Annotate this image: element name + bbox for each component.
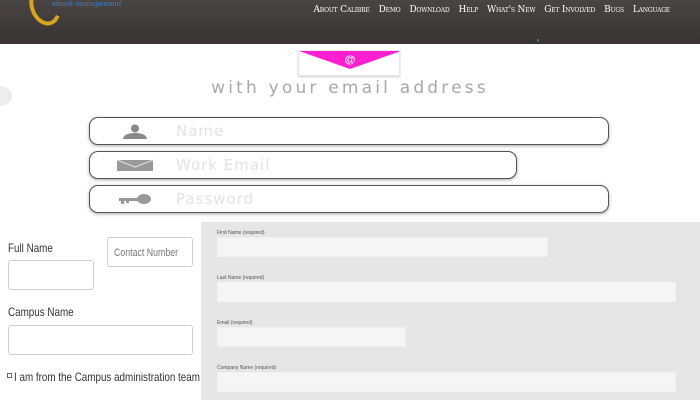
divider-mark bbox=[537, 39, 539, 42]
email-input[interactable] bbox=[217, 327, 406, 347]
nav-about-calibre[interactable]: About Calibre bbox=[313, 5, 369, 15]
name-input[interactable]: Name bbox=[89, 117, 609, 145]
logo-tagline: ebook management bbox=[52, 0, 122, 8]
nav-demo[interactable]: Demo bbox=[379, 5, 401, 15]
campus-name-input[interactable] bbox=[8, 325, 193, 355]
password-placeholder: Password bbox=[176, 190, 255, 208]
mail-icon bbox=[116, 159, 154, 171]
signup-headline: with your email address bbox=[211, 78, 489, 98]
contact-number-input[interactable]: Contact Number bbox=[107, 237, 193, 267]
contact-number-placeholder: Contact Number bbox=[114, 247, 179, 259]
email-label: Email (required) bbox=[217, 320, 253, 326]
nav-bugs[interactable]: Bugs bbox=[604, 5, 624, 15]
nav-get-involved[interactable]: Get Involved bbox=[544, 5, 595, 15]
key-icon bbox=[119, 194, 151, 204]
last-name-input[interactable] bbox=[217, 282, 676, 302]
nav-whats-new[interactable]: What's New bbox=[487, 5, 536, 15]
company-name-input[interactable] bbox=[217, 372, 676, 392]
campus-name-label: Campus Name bbox=[8, 305, 74, 319]
campus-admin-checkbox[interactable] bbox=[7, 373, 12, 378]
full-name-label: Full Name bbox=[8, 241, 53, 255]
work-email-placeholder: Work Email bbox=[176, 156, 271, 174]
top-navigation-bar: ebook management About Calibre Demo Down… bbox=[0, 0, 700, 44]
nav-download[interactable]: Download bbox=[409, 5, 449, 15]
nav-help[interactable]: Help bbox=[458, 5, 478, 15]
work-email-input[interactable]: Work Email bbox=[89, 151, 517, 179]
envelope-at-icon: @ bbox=[298, 50, 400, 76]
contact-form-panel: First Name (required) Last Name (require… bbox=[201, 222, 700, 400]
user-icon bbox=[123, 124, 147, 139]
first-name-input[interactable] bbox=[217, 237, 548, 257]
password-input[interactable]: Password bbox=[89, 185, 609, 213]
last-name-label: Last Name (required) bbox=[217, 275, 265, 281]
nav-language[interactable]: Language bbox=[633, 5, 670, 15]
at-sign-icon: @ bbox=[342, 52, 358, 68]
first-name-label: First Name (required) bbox=[217, 230, 265, 236]
name-placeholder: Name bbox=[176, 122, 225, 140]
campus-admin-checkbox-label: I am from the Campus administration team bbox=[14, 370, 200, 384]
main-menu: About Calibre Demo Download Help What's … bbox=[313, 5, 670, 15]
full-name-input[interactable] bbox=[8, 260, 94, 290]
company-name-label: Company Name (required) bbox=[217, 365, 277, 371]
page: ebook management About Calibre Demo Down… bbox=[0, 0, 700, 400]
